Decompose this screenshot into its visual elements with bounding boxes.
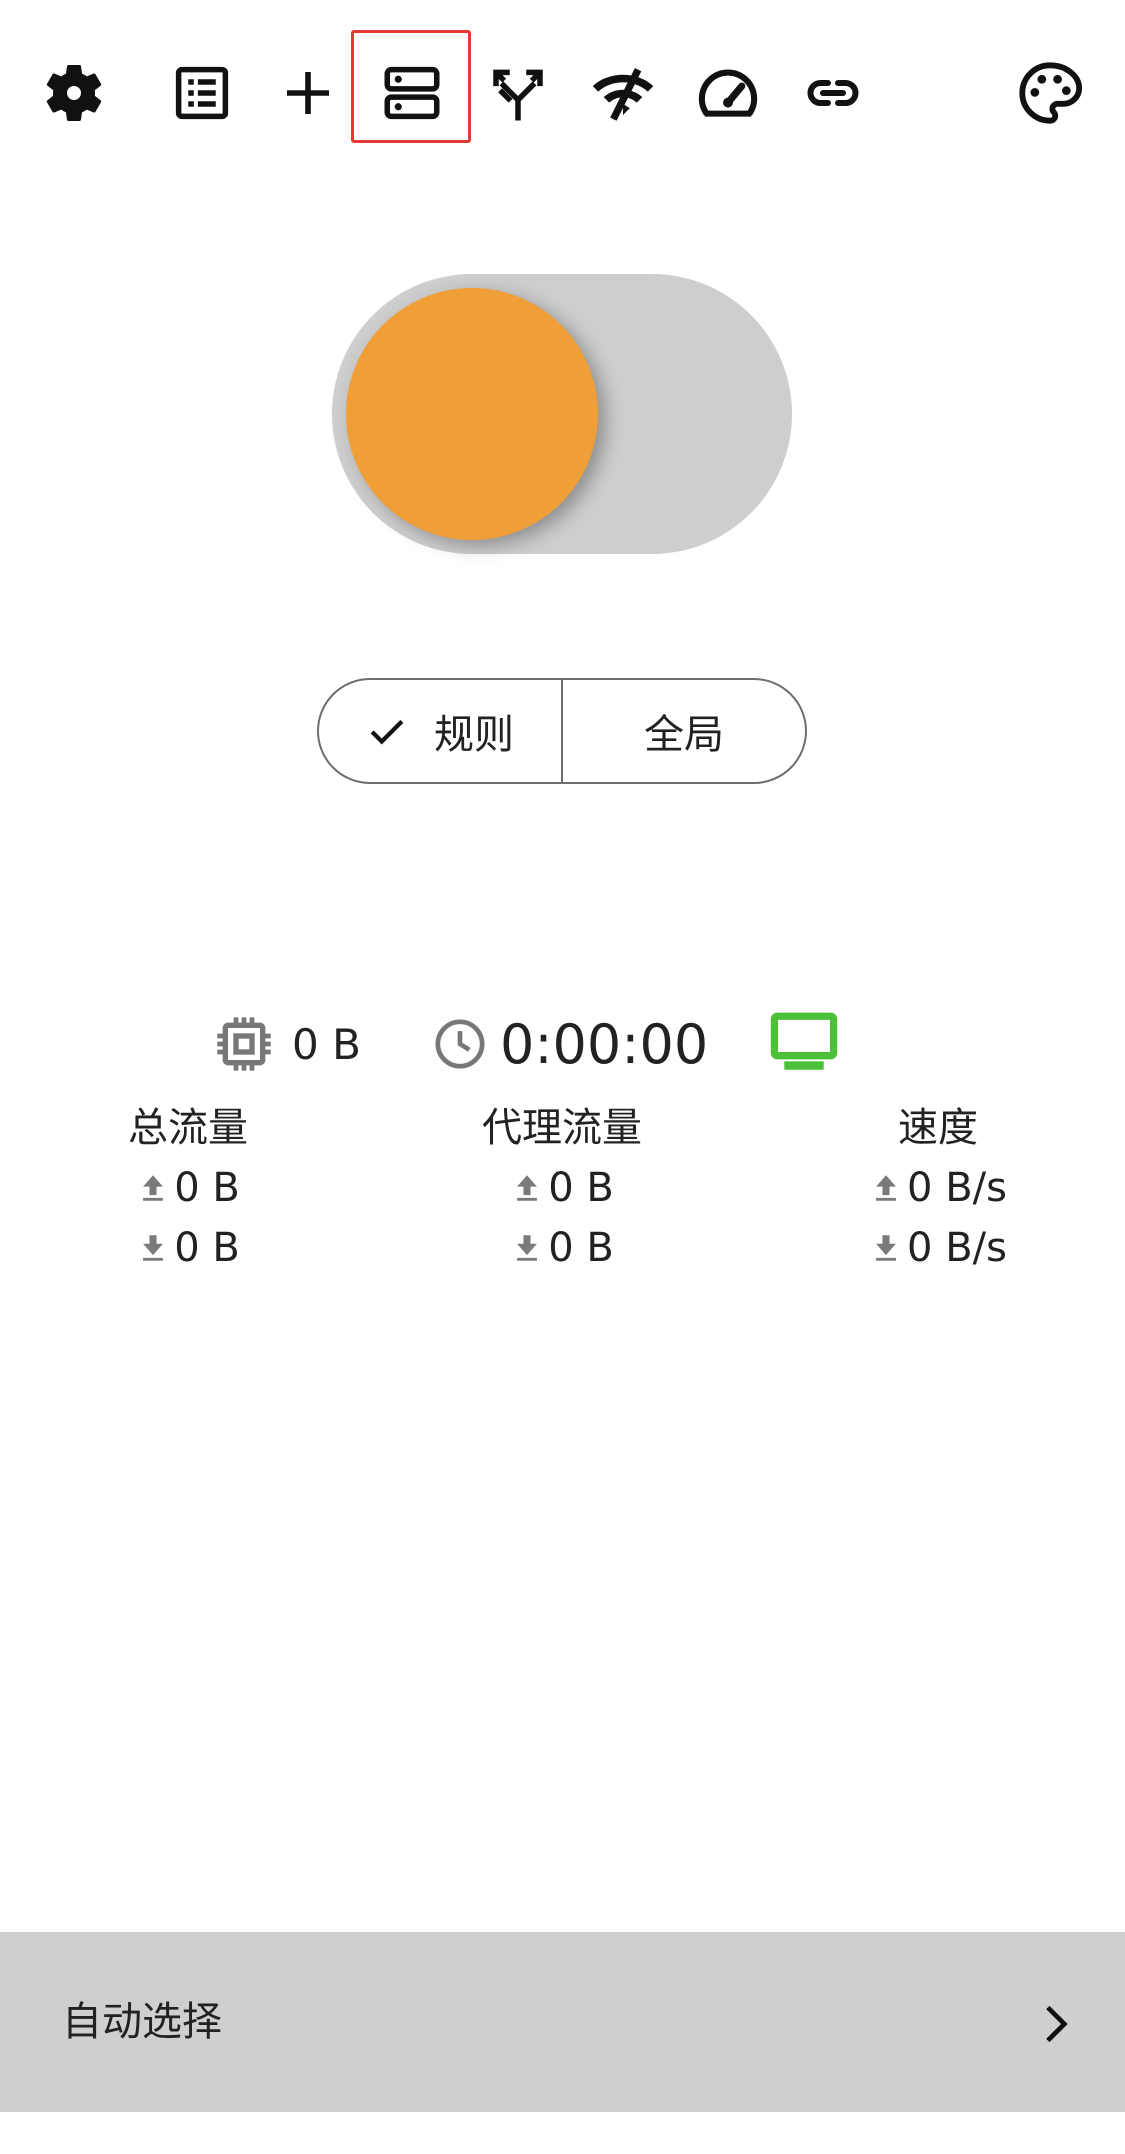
routing-button[interactable] [478, 53, 558, 133]
list-icon [175, 66, 229, 120]
wifi-off-icon [592, 68, 654, 121]
download-arrow-icon [143, 1235, 164, 1261]
upload-arrow-icon [876, 1175, 896, 1201]
download-arrow-icon [876, 1235, 896, 1261]
mode-global-label: 全局 [644, 712, 724, 758]
total-download-value: 0 B [174, 1225, 240, 1271]
total-traffic-title: 总流量 [128, 1105, 248, 1151]
total-traffic-stat: 总流量 0 B 0 B [38, 1098, 338, 1278]
plus-icon [287, 72, 329, 114]
settings-button[interactable] [34, 53, 114, 133]
clock-icon [435, 1019, 485, 1069]
split-arrows-icon [493, 69, 543, 121]
network-status-button[interactable] [583, 53, 663, 133]
mode-rule-label: 规则 [434, 712, 514, 758]
total-upload-value: 0 B [174, 1165, 240, 1211]
proxy-traffic-title: 代理流量 [482, 1105, 642, 1151]
mode-selector: 规则 全局 [317, 678, 807, 784]
logs-button[interactable] [162, 53, 242, 133]
palette-icon [1019, 62, 1083, 124]
proxy-toggle-knob[interactable] [346, 288, 598, 540]
link-icon [807, 80, 859, 106]
upload-arrow-icon [517, 1175, 538, 1201]
cpu-icon [217, 1017, 271, 1071]
proxy-group-label: 自动选择 [62, 1999, 222, 2045]
proxy-group-selector[interactable]: 自动选择 [0, 1932, 1125, 2112]
server-icon [384, 66, 440, 120]
proxy-traffic-stat: 代理流量 0 B 0 B [412, 1098, 712, 1278]
check-icon [370, 719, 404, 745]
chevron-right-icon [1046, 2005, 1068, 2043]
mode-rule-button[interactable]: 规则 [319, 680, 561, 782]
servers-button[interactable] [372, 53, 452, 133]
uptime-value: 0:00:00 [500, 1013, 709, 1076]
speed-download-value: 0 B/s [907, 1225, 1007, 1271]
proxy-upload-value: 0 B [548, 1165, 614, 1211]
memory-value: 0 B [292, 1020, 361, 1069]
speed-title: 速度 [898, 1105, 978, 1151]
proxy-download-value: 0 B [548, 1225, 614, 1271]
speed-stat: 速度 0 B/s 0 B/s [788, 1098, 1088, 1278]
speed-test-button[interactable] [688, 53, 768, 133]
speed-upload-value: 0 B/s [907, 1165, 1007, 1211]
speedometer-icon [698, 69, 758, 117]
monitor-icon [770, 1012, 838, 1070]
theme-button[interactable] [1010, 53, 1090, 133]
link-button[interactable] [793, 53, 873, 133]
add-button[interactable] [268, 53, 348, 133]
download-arrow-icon [517, 1235, 538, 1261]
mode-global-button[interactable]: 全局 [561, 680, 805, 782]
gear-icon [46, 64, 102, 121]
upload-arrow-icon [143, 1175, 164, 1201]
